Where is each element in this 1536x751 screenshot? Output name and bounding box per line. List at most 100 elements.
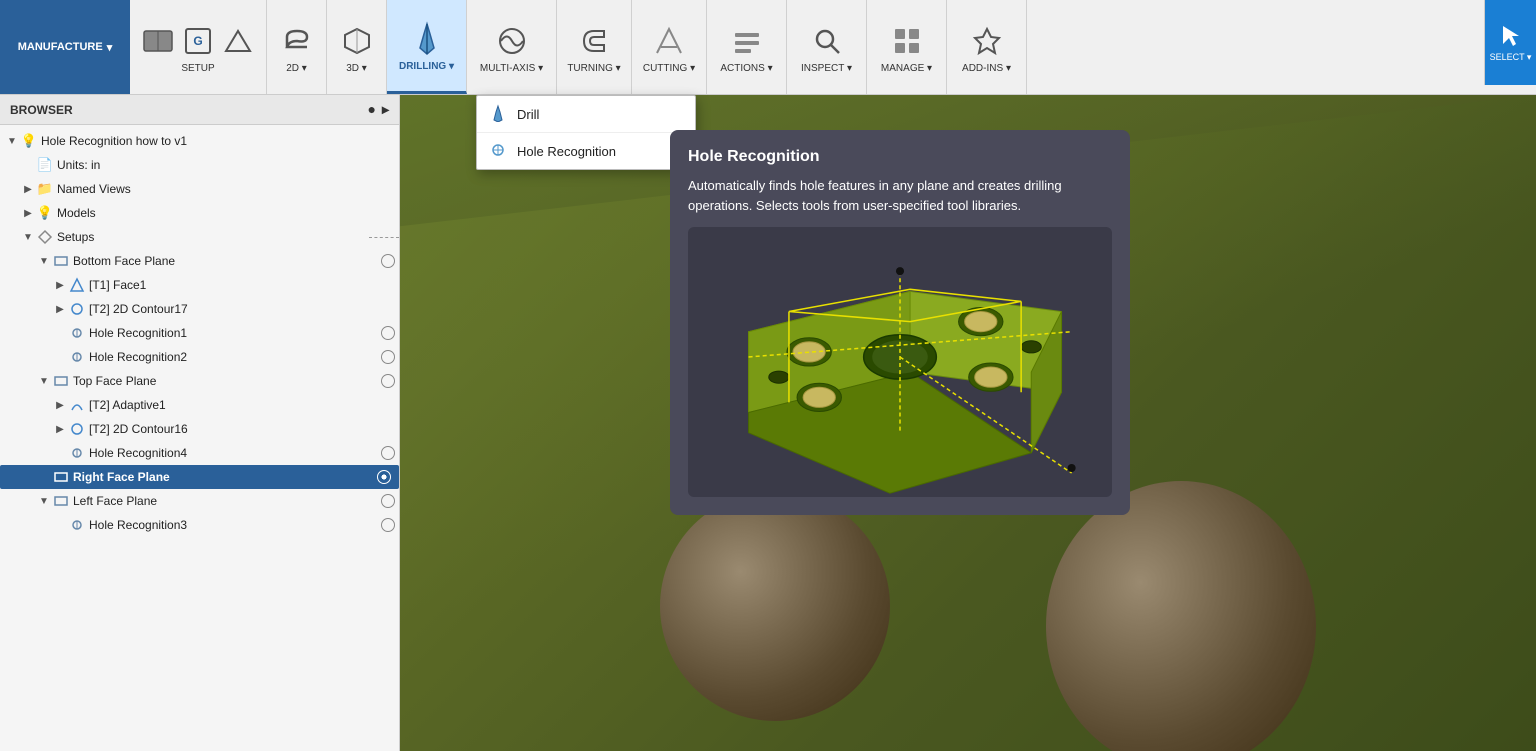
- tree-icon-left-face: [52, 492, 70, 510]
- tree-item-right-face[interactable]: ▶ Right Face Plane: [0, 465, 399, 489]
- browser-header: BROWSER ● ▸: [0, 95, 399, 125]
- tree-icon-t1-face1: [68, 276, 86, 294]
- turning-label: TURNING ▾: [567, 63, 620, 74]
- tree-item-namedviews[interactable]: ▶ 📁 Named Views: [0, 177, 399, 201]
- tree-label-hole-recog1: Hole Recognition1: [89, 326, 381, 340]
- tree-icon-t2-contour17: [68, 300, 86, 318]
- tooltip-description: Automatically finds hole features in any…: [688, 176, 1112, 215]
- tree-icon-units: 📄: [36, 156, 54, 174]
- tree-item-t2-contour16[interactable]: ▶ [T2] 2D Contour16: [0, 417, 399, 441]
- drilling-menu-hole-recognition[interactable]: Hole Recognition ⋮: [477, 132, 695, 169]
- 2d-arrow: ▾: [302, 63, 307, 74]
- 2d-icon: [277, 21, 317, 61]
- tree-arrow-t2-contour17: ▶: [52, 301, 68, 317]
- tree-label-t2-contour16: [T2] 2D Contour16: [89, 422, 399, 436]
- tree-label-right-face: Right Face Plane: [73, 470, 377, 484]
- tree-icon-t2-contour16: [68, 420, 86, 438]
- setup-label: SETUP: [181, 63, 214, 74]
- tree-icon-hole-recog4: [68, 444, 86, 462]
- setup-icon2: G: [178, 21, 218, 61]
- 3d-label: 3D ▾: [346, 63, 367, 74]
- tree-arrow-root: ▼: [4, 133, 20, 149]
- tree-item-models[interactable]: ▶ 💡 Models: [0, 201, 399, 225]
- tree-arrow-left-face: ▼: [36, 493, 52, 509]
- tree-item-hole-recog3[interactable]: ▶ Hole Recognition3: [0, 513, 399, 537]
- tree-item-t2-contour17[interactable]: ▶ [T2] 2D Contour17: [0, 297, 399, 321]
- tooltip-image: [688, 227, 1112, 497]
- tree-arrow-bottom-face: ▼: [36, 253, 52, 269]
- manage-section[interactable]: MANAGE ▾: [867, 0, 947, 94]
- tree-item-t1-face1[interactable]: ▶ [T1] Face1: [0, 273, 399, 297]
- tree-item-bottom-face[interactable]: ▼ Bottom Face Plane: [0, 249, 399, 273]
- cutting-label: CUTTING ▾: [643, 63, 695, 74]
- tree-item-units[interactable]: ▶ 📄 Units: in: [0, 153, 399, 177]
- 2d-section[interactable]: 2D ▾: [267, 0, 327, 94]
- tree-circle-right-face: [377, 470, 391, 484]
- browser-panel: BROWSER ● ▸ ▼ 💡 Hole Recognition how to …: [0, 95, 400, 751]
- tree-icon-bottom-face: [52, 252, 70, 270]
- addins-label: ADD-INS ▾: [962, 63, 1011, 74]
- drilling-section[interactable]: DRILLING ▾: [387, 0, 467, 94]
- tree-icon-setups: [36, 228, 54, 246]
- manufacture-label: MANUFACTURE: [18, 41, 103, 53]
- tree-label-t1-face1: [T1] Face1: [89, 278, 399, 292]
- tree-arrow-namedviews: ▶: [20, 181, 36, 197]
- tree-icon-hole-recog3: [68, 516, 86, 534]
- 2d-label: 2D ▾: [286, 63, 307, 74]
- manage-label: MANAGE ▾: [881, 63, 932, 74]
- tree-item-hole-recog4[interactable]: ▶ Hole Recognition4: [0, 441, 399, 465]
- tree-label-t2-adaptive1: [T2] Adaptive1: [89, 398, 399, 412]
- tree-icon-models: 💡: [36, 204, 54, 222]
- hole-recognition-tooltip: Hole Recognition Automatically finds hol…: [670, 130, 1130, 515]
- tree-label-hole-recog2: Hole Recognition2: [89, 350, 381, 364]
- tree-item-setups[interactable]: ▼ Setups: [0, 225, 399, 249]
- multiaxis-section[interactable]: MULTI-AXIS ▾: [467, 0, 557, 94]
- actions-section[interactable]: ACTIONS ▾: [707, 0, 787, 94]
- tree-icon-t2-adaptive1: [68, 396, 86, 414]
- setup-icon3: [218, 21, 258, 61]
- turning-section[interactable]: TURNING ▾: [557, 0, 632, 94]
- cutting-section[interactable]: CUTTING ▾: [632, 0, 707, 94]
- hole-recognition-icon: [489, 141, 509, 161]
- multiaxis-icon: [492, 21, 532, 61]
- tree-circle-left-face: [381, 494, 395, 508]
- tree-arrow-setups: ▼: [20, 229, 36, 245]
- actions-label: ACTIONS ▾: [720, 63, 772, 74]
- browser-tree: ▼ 💡 Hole Recognition how to v1 ▶ 📄 Units…: [0, 125, 399, 751]
- inspect-label: INSPECT ▾: [801, 63, 852, 74]
- tree-item-hole-recog2[interactable]: ▶ Hole Recognition2: [0, 345, 399, 369]
- tree-label-namedviews: Named Views: [57, 182, 399, 196]
- inspect-section[interactable]: INSPECT ▾: [787, 0, 867, 94]
- tree-item-top-face[interactable]: ▼ Top Face Plane: [0, 369, 399, 393]
- tree-item-root[interactable]: ▼ 💡 Hole Recognition how to v1: [0, 129, 399, 153]
- tree-label-top-face: Top Face Plane: [73, 374, 381, 388]
- setup-icon1: [138, 21, 178, 61]
- tree-circle-hole-recog3: [381, 518, 395, 532]
- addins-section[interactable]: ADD-INS ▾: [947, 0, 1027, 94]
- manufacture-menu[interactable]: MANUFACTURE ▾: [0, 0, 130, 94]
- tree-icon-hole-recog2: [68, 348, 86, 366]
- tree-item-t2-adaptive1[interactable]: ▶ [T2] Adaptive1: [0, 393, 399, 417]
- tree-icon-hole-recog1: [68, 324, 86, 342]
- browser-title: BROWSER: [10, 103, 73, 117]
- multiaxis-label: MULTI-AXIS ▾: [480, 63, 543, 74]
- drilling-label: DRILLING ▾: [399, 61, 454, 72]
- tree-item-left-face[interactable]: ▼ Left Face Plane: [0, 489, 399, 513]
- tree-label-bottom-face: Bottom Face Plane: [73, 254, 381, 268]
- select-section[interactable]: SELECT ▾: [1484, 0, 1536, 85]
- addins-icon: [967, 21, 1007, 61]
- tree-arrow-models: ▶: [20, 205, 36, 221]
- tree-circle-hole-recog2: [381, 350, 395, 364]
- tree-icon-namedviews: 📁: [36, 180, 54, 198]
- drilling-menu-drill[interactable]: Drill: [477, 96, 695, 132]
- tree-arrow-t2-contour16: ▶: [52, 421, 68, 437]
- browser-pin-icon[interactable]: ●: [368, 101, 376, 118]
- manage-icon: [887, 21, 927, 61]
- setup-section[interactable]: G SETUP: [130, 0, 267, 94]
- browser-expand-icon[interactable]: ▸: [382, 101, 389, 118]
- browser-header-controls: ● ▸: [368, 101, 390, 118]
- tree-item-hole-recog1[interactable]: ▶ Hole Recognition1: [0, 321, 399, 345]
- 3d-section[interactable]: 3D ▾: [327, 0, 387, 94]
- toolbar: MANUFACTURE ▾ G SETUP 2D ▾ 3D ▾: [0, 0, 1536, 95]
- manufacture-arrow: ▾: [107, 41, 113, 54]
